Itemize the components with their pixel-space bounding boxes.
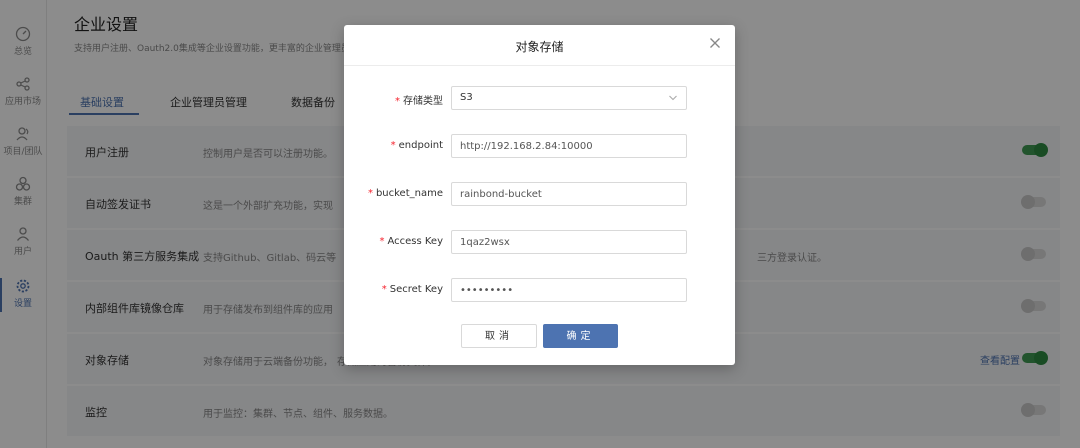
object-storage-dialog: 对象存储 *存储类型 S3 *endpoint *bucket_name *Ac… bbox=[344, 25, 735, 365]
storage-type-select[interactable] bbox=[451, 86, 687, 110]
dialog-title: 对象存储 bbox=[515, 40, 564, 54]
secret-key-input[interactable] bbox=[451, 278, 687, 302]
access-key-input[interactable] bbox=[451, 230, 687, 254]
select-value: S3 bbox=[460, 92, 473, 103]
form-label: * endpoint bbox=[390, 140, 443, 151]
endpoint-input[interactable] bbox=[451, 134, 687, 158]
form-label: * 存储类型 bbox=[395, 96, 443, 107]
chevron-down-icon bbox=[669, 95, 677, 101]
dialog-header: 对象存储 bbox=[344, 25, 735, 66]
form-item-endpoint: * endpoint bbox=[344, 134, 735, 160]
form-item-storage-type: * 存储类型 S3 bbox=[344, 86, 735, 112]
form-item-bucket-name: * bucket_name bbox=[344, 182, 735, 208]
confirm-button[interactable]: 确定 bbox=[543, 324, 618, 348]
form-label: * bucket_name bbox=[367, 188, 443, 199]
cancel-button[interactable]: 取消 bbox=[461, 324, 537, 348]
close-icon[interactable] bbox=[707, 35, 723, 51]
form-label: * Secret Key bbox=[381, 284, 443, 295]
bucket-name-input[interactable] bbox=[451, 182, 687, 206]
form-item-secret-key: * Secret Key bbox=[344, 278, 735, 304]
form-item-access-key: * Access Key bbox=[344, 230, 735, 256]
form-label: * Access Key bbox=[379, 236, 443, 247]
